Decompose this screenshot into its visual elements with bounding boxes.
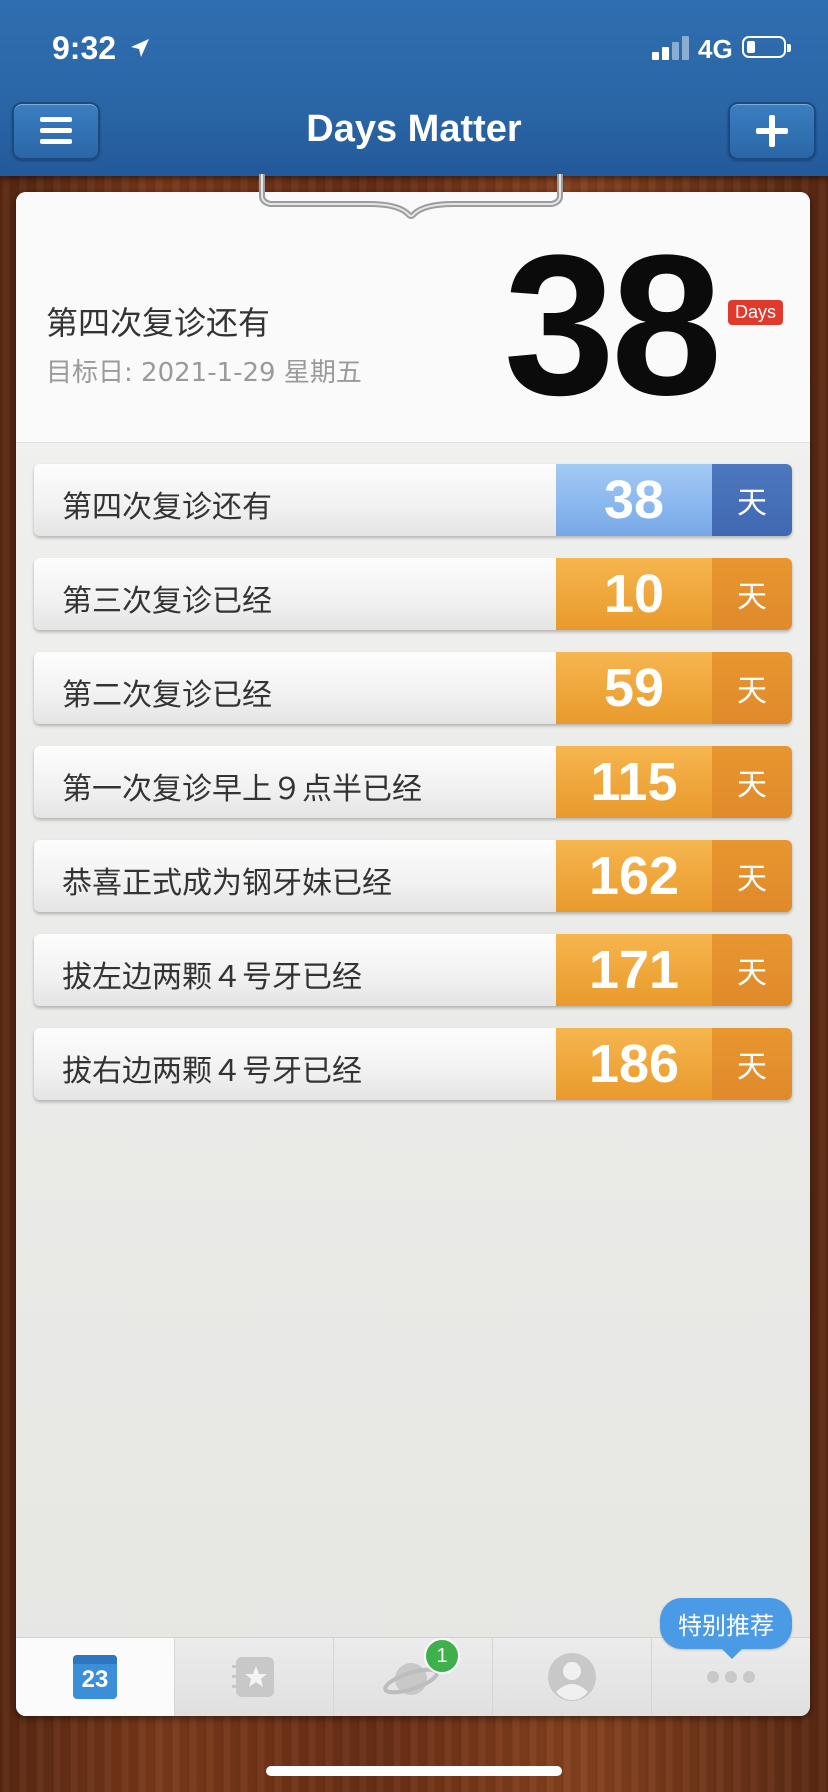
battery-icon xyxy=(742,36,791,58)
event-row[interactable]: 拔左边两颗４号牙已经 171 天 xyxy=(34,934,792,1006)
event-row[interactable]: 恭喜正式成为钢牙妹已经 162 天 xyxy=(34,840,792,912)
location-arrow-icon xyxy=(131,39,149,57)
featured-event-title: 第四次复诊还有 xyxy=(46,304,271,342)
event-label: 第四次复诊还有 xyxy=(62,490,272,525)
more-icon xyxy=(707,1671,755,1683)
navigation-bar: 9:32 4G Days Matter xyxy=(0,0,828,176)
event-row[interactable]: 第二次复诊已经 59 天 xyxy=(34,652,792,724)
event-unit: 天 xyxy=(712,652,792,724)
tab-profile[interactable] xyxy=(493,1638,652,1716)
event-days: 59 xyxy=(556,652,712,724)
event-label: 第三次复诊已经 xyxy=(62,584,272,619)
event-unit: 天 xyxy=(712,840,792,912)
event-days: 171 xyxy=(556,934,712,1006)
event-unit: 天 xyxy=(712,746,792,818)
home-indicator[interactable] xyxy=(266,1766,562,1776)
event-days: 38 xyxy=(556,464,712,536)
event-days: 10 xyxy=(556,558,712,630)
event-label: 第二次复诊已经 xyxy=(62,678,272,713)
calendar-icon: 23 xyxy=(73,1655,117,1699)
event-list: 第四次复诊还有 38 天 第三次复诊已经 10 天 第二次复诊已经 59 天 第… xyxy=(34,464,792,1122)
calendar-day: 23 xyxy=(81,1666,109,1693)
event-days: 186 xyxy=(556,1028,712,1100)
notebook-icon xyxy=(232,1657,274,1697)
app-title: Days Matter xyxy=(306,108,522,150)
add-event-button[interactable] xyxy=(728,102,816,160)
event-unit: 天 xyxy=(712,464,792,536)
cellular-signal-icon xyxy=(652,36,690,60)
status-bar: 9:32 4G xyxy=(0,0,828,96)
event-label: 拔右边两颗４号牙已经 xyxy=(62,1054,362,1089)
notification-badge: 1 xyxy=(424,1638,460,1674)
days-badge: Days xyxy=(728,300,784,325)
event-label: 拔左边两颗４号牙已经 xyxy=(62,960,362,995)
event-row[interactable]: 第四次复诊还有 38 天 xyxy=(34,464,792,536)
featured-event[interactable]: 第四次复诊还有 目标日: 2021-1-29 星期五 38 Days xyxy=(16,192,810,443)
event-unit: 天 xyxy=(712,934,792,1006)
tab-notebook[interactable] xyxy=(175,1638,334,1716)
clipboard-clip-icon xyxy=(259,174,563,219)
event-unit: 天 xyxy=(712,558,792,630)
clipboard-paper: 第四次复诊还有 目标日: 2021-1-29 星期五 38 Days 第四次复诊… xyxy=(16,192,810,1716)
event-row[interactable]: 第三次复诊已经 10 天 xyxy=(34,558,792,630)
event-unit: 天 xyxy=(712,1028,792,1100)
event-days: 115 xyxy=(556,746,712,818)
featured-event-days: 38 xyxy=(503,214,722,437)
event-row[interactable]: 拔右边两颗４号牙已经 186 天 xyxy=(34,1028,792,1100)
featured-event-target-date: 目标日: 2021-1-29 星期五 xyxy=(46,358,362,388)
event-days: 162 xyxy=(556,840,712,912)
plus-icon xyxy=(756,115,788,147)
promo-tooltip[interactable]: 特别推荐 xyxy=(660,1598,792,1659)
event-label: 第一次复诊早上９点半已经 xyxy=(62,772,422,807)
network-type: 4G xyxy=(698,34,733,64)
status-time: 9:32 xyxy=(52,30,117,66)
event-row[interactable]: 第一次复诊早上９点半已经 115 天 xyxy=(34,746,792,818)
tab-days[interactable]: 23 xyxy=(16,1638,175,1716)
event-label: 恭喜正式成为钢牙妹已经 xyxy=(62,866,392,901)
tab-discover[interactable]: 1 xyxy=(334,1638,493,1716)
user-icon xyxy=(548,1653,596,1701)
